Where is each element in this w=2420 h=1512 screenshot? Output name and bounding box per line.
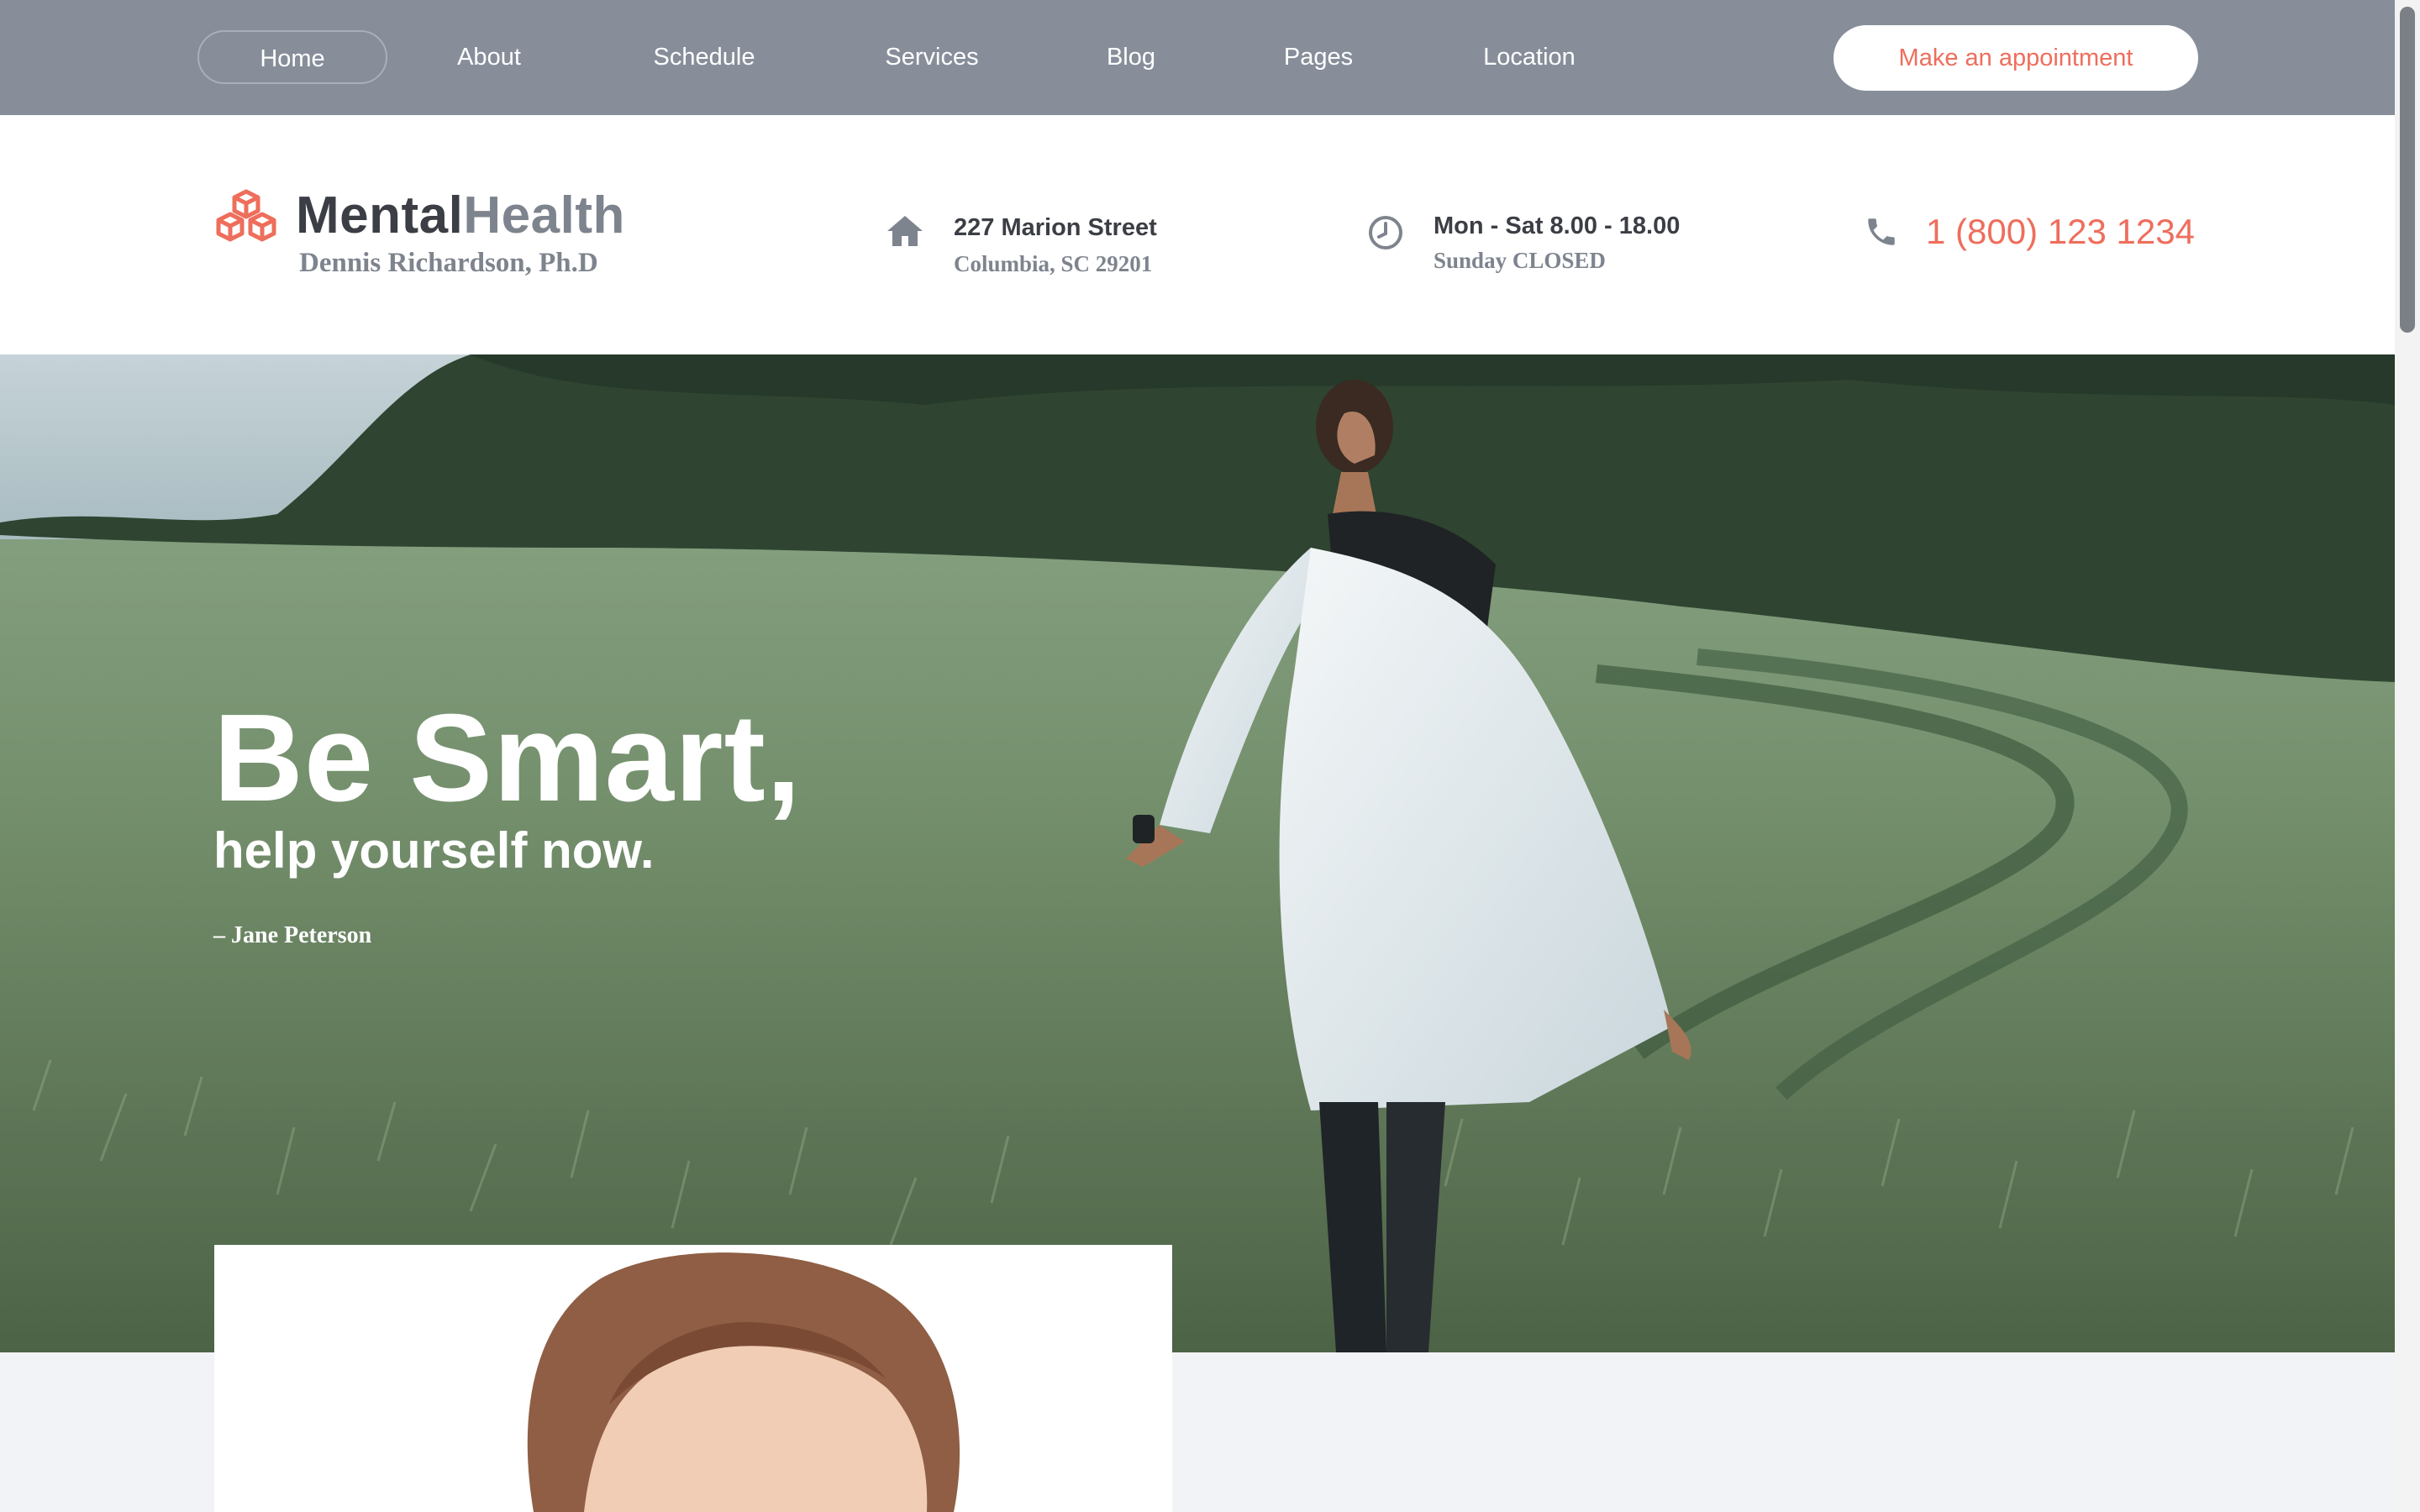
make-appointment-button[interactable]: Make an appointment [1833, 25, 2198, 91]
doctor-portrait-card [214, 1245, 1172, 1512]
nav-item-pages[interactable]: Pages [1265, 30, 1371, 84]
nav-item-schedule[interactable]: Schedule [632, 30, 776, 84]
nav-item-home[interactable]: Home [197, 30, 387, 84]
hours-line2: Sunday CLOSED [1434, 248, 1606, 273]
hero-title: Be Smart, [213, 689, 802, 827]
phone-number-link[interactable]: 1 (800) 123 1234 [1926, 212, 2195, 252]
site-header: MentalHealth Dennis Richardson, Ph.D 227… [0, 115, 2395, 354]
hours-line1: Mon - Sat 8.00 - 18.00 [1434, 213, 1681, 239]
brand-name[interactable]: MentalHealth [296, 186, 625, 245]
clock-icon [1369, 216, 1402, 249]
brand-name-part1: Mental [296, 186, 464, 244]
nav-item-blog[interactable]: Blog [1086, 30, 1176, 84]
address-line1: 227 Marion Street [954, 214, 1157, 241]
hero-subtitle: help yourself now. [213, 822, 655, 879]
top-nav-bar: Home About Schedule Services Blog Pages … [0, 0, 2395, 115]
nav-item-location[interactable]: Location [1460, 30, 1598, 84]
address-line2: Columbia, SC 29201 [954, 251, 1153, 276]
nav-item-services[interactable]: Services [867, 30, 997, 84]
home-icon [887, 216, 923, 246]
hero-banner: Be Smart, help yourself now. – Jane Pete… [0, 354, 2395, 1352]
brand-name-part2: Health [463, 186, 625, 244]
phone-icon [1868, 218, 1895, 245]
doctor-portrait-image [527, 1252, 960, 1512]
cubes-icon[interactable] [214, 189, 278, 244]
nav-item-about[interactable]: About [432, 30, 546, 84]
brand-subtitle: Dennis Richardson, Ph.D [299, 248, 598, 278]
scrollbar-thumb[interactable] [2400, 7, 2415, 333]
hero-quote-author: – Jane Peterson [213, 922, 372, 948]
